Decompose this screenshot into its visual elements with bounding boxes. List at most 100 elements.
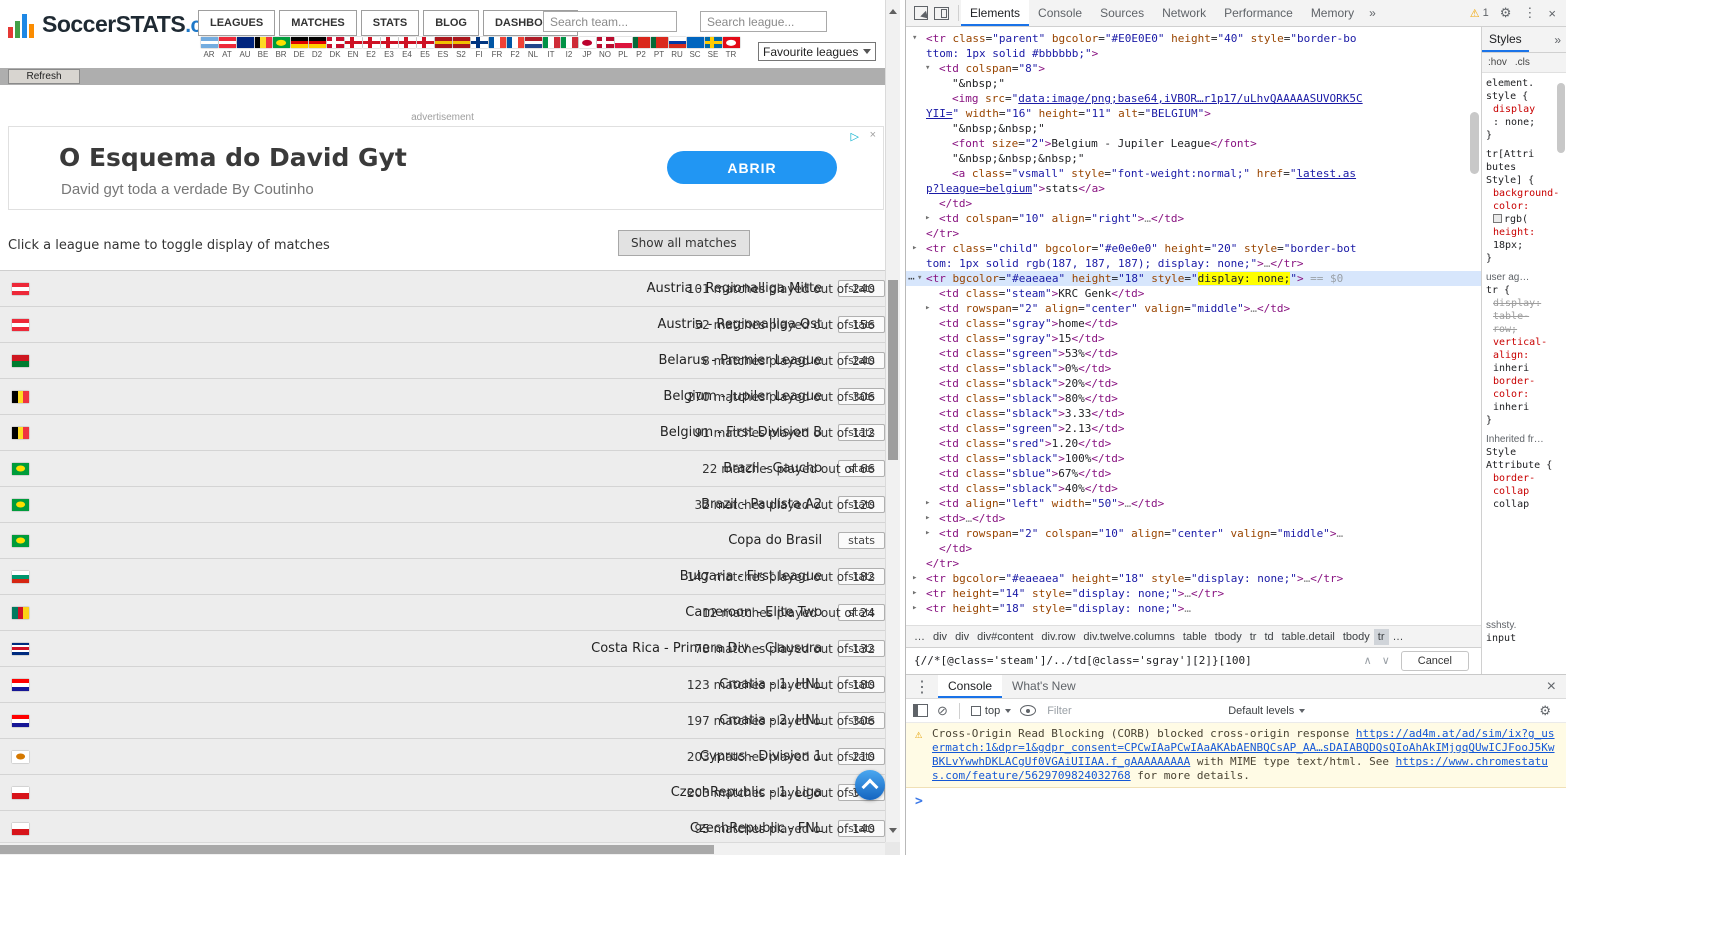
style-rule-line[interactable]: row; xyxy=(1486,323,1564,336)
devtools-tab[interactable]: Performance xyxy=(1215,0,1302,26)
country-flag-link[interactable]: E4 xyxy=(398,37,416,59)
dom-tree-line[interactable]: YII=" width="16" height="11" alt="BELGIU… xyxy=(906,106,1481,121)
country-flag-link[interactable]: I2 xyxy=(560,37,578,59)
dom-tree-line[interactable]: </tr> xyxy=(906,556,1481,571)
country-flag-link[interactable]: F2 xyxy=(506,37,524,59)
page-horizontal-scrollbar[interactable] xyxy=(0,842,885,855)
breadcrumb-item[interactable]: table xyxy=(1179,629,1211,645)
country-flag-link[interactable]: DK xyxy=(326,37,344,59)
style-rule-line[interactable]: sshsty. xyxy=(1486,619,1564,632)
country-flag-link[interactable]: RU xyxy=(668,37,686,59)
dom-tree-line[interactable]: p?league=belgium">stats</a> xyxy=(906,181,1481,196)
style-rule-line[interactable]: collap xyxy=(1486,485,1564,498)
country-flag-link[interactable]: BE xyxy=(254,37,272,59)
breadcrumb-item[interactable]: td xyxy=(1260,629,1277,645)
drawer-kebab-icon[interactable]: ⋮ xyxy=(906,677,938,697)
league-row[interactable]: Croatia - 1. HNL stats 123 matches playe… xyxy=(0,667,885,703)
close-drawer-icon[interactable]: × xyxy=(1537,678,1566,696)
country-flag-link[interactable]: PT xyxy=(650,37,668,59)
breadcrumb-item[interactable]: div#content xyxy=(973,629,1037,645)
style-rule-line[interactable]: tr { xyxy=(1486,284,1564,297)
color-swatch-icon[interactable] xyxy=(1493,214,1502,223)
nav-button[interactable]: LEAGUES xyxy=(198,10,275,36)
dom-tree-line[interactable]: ▸<tr class="child" bgcolor="#e0e0e0" hei… xyxy=(906,241,1481,256)
console-sidebar-icon[interactable] xyxy=(913,704,928,717)
country-flag-link[interactable]: E3 xyxy=(380,37,398,59)
tree-toggle-arrow-icon[interactable]: ▸ xyxy=(912,571,917,586)
dom-tree-line[interactable]: <td class="sgray">home</td> xyxy=(906,316,1481,331)
ad-close-icon[interactable]: × xyxy=(870,129,876,141)
dom-tree-line[interactable]: </td> xyxy=(906,196,1481,211)
country-flag-link[interactable]: P2 xyxy=(632,37,650,59)
country-flag-link[interactable]: NL xyxy=(524,37,542,59)
horizontal-scrollbar-thumb[interactable] xyxy=(0,845,714,854)
styles-scrollbar-thumb[interactable] xyxy=(1557,83,1565,153)
country-flag-link[interactable]: NO xyxy=(596,37,614,59)
dom-tree-line[interactable]: <td class="sblack">40%</td> xyxy=(906,481,1481,496)
search-team-input[interactable] xyxy=(543,11,677,32)
dom-tree-line[interactable]: <img src="data:image/png;base64,iVBOR…r1… xyxy=(906,91,1481,106)
country-flag-link[interactable]: TR xyxy=(722,37,740,59)
country-flag-link[interactable]: ES xyxy=(434,37,452,59)
stats-button[interactable]: stats xyxy=(838,532,885,549)
style-rule-line[interactable]: vertical- xyxy=(1486,336,1564,349)
scrollbar-down-arrow-icon[interactable] xyxy=(889,828,897,837)
league-row[interactable]: Croatia - 2. HNL stats 197 matches playe… xyxy=(0,703,885,739)
breadcrumb-item[interactable]: div xyxy=(951,629,973,645)
ad-abrir-button[interactable]: ABRIR xyxy=(667,151,837,184)
style-rule-line[interactable]: display: xyxy=(1486,297,1564,310)
style-rule-line[interactable]: inheri xyxy=(1486,362,1564,375)
league-row[interactable]: Cameroon - Elite Two stats 12 matches pl… xyxy=(0,595,885,631)
country-flag-link[interactable]: S2 xyxy=(452,37,470,59)
tab-styles[interactable]: Styles xyxy=(1482,27,1529,52)
search-query-input[interactable]: {//*[@class='steam']/../td[@class='sgray… xyxy=(912,654,1359,667)
dom-tree-line[interactable]: ▾⋯<tr bgcolor="#eaeaea" height="18" styl… xyxy=(906,271,1481,286)
tree-toggle-arrow-icon[interactable]: ▾ xyxy=(912,31,917,46)
devtools-tab[interactable]: Console xyxy=(1029,0,1091,26)
dom-tree-line[interactable]: <td class="sblack">20%</td> xyxy=(906,376,1481,391)
dom-tree-line[interactable]: <td class="sblack">3.33</td> xyxy=(906,406,1481,421)
dom-tree-line[interactable]: </tr> xyxy=(906,226,1481,241)
dom-tree-line[interactable]: <font size="2">Belgium - Jupiler League<… xyxy=(906,136,1481,151)
style-rule-line[interactable]: butes xyxy=(1486,161,1564,174)
style-rule-line[interactable]: collap xyxy=(1486,498,1564,511)
league-name[interactable]: Copa do Brasil xyxy=(728,533,822,548)
favourite-leagues-select[interactable]: Favourite leagues xyxy=(758,42,876,61)
tree-toggle-arrow-icon[interactable]: ▸ xyxy=(925,211,930,226)
styles-rules[interactable]: element.style {display: none;}tr[Attribu… xyxy=(1482,73,1566,674)
style-rule-line[interactable]: color: xyxy=(1486,388,1564,401)
league-row[interactable]: Copa do Brasil stats xyxy=(0,523,885,559)
devtools-tab[interactable]: Elements xyxy=(961,0,1029,26)
league-row[interactable]: Austria - Regionalliga Ost stats 52 matc… xyxy=(0,307,885,343)
breadcrumb-item[interactable]: table.detail xyxy=(1278,629,1339,645)
dom-tree-line[interactable]: ▸<tr height="18" style="display: none;">… xyxy=(906,601,1481,616)
breadcrumb-item[interactable]: … xyxy=(1389,629,1408,645)
league-row[interactable]: Brazil - Paulista A2 stats 32 matches pl… xyxy=(0,487,885,523)
style-rule-line[interactable]: Inherited fr… xyxy=(1486,433,1564,446)
scrollbar-up-arrow-icon[interactable] xyxy=(889,5,897,14)
dom-tree-line[interactable]: ttom: 1px solid #bbbbbb;"> xyxy=(906,46,1481,61)
style-rule-line[interactable]: user ag… xyxy=(1486,271,1564,284)
style-rule-line[interactable]: element. xyxy=(1486,77,1564,90)
dom-tree-line[interactable]: ▾<td colspan="8"> xyxy=(906,61,1481,76)
scroll-to-top-button[interactable] xyxy=(855,770,885,800)
country-flag-link[interactable]: E2 xyxy=(362,37,380,59)
find-previous-icon[interactable]: ∧ xyxy=(1359,654,1377,667)
tree-toggle-arrow-icon[interactable]: ▾ xyxy=(925,61,930,76)
country-flag-link[interactable]: AT xyxy=(218,37,236,59)
kebab-menu-icon[interactable]: ⋮ xyxy=(1517,5,1542,21)
hov-toggle[interactable]: :hov xyxy=(1488,57,1507,68)
vertical-scrollbar-thumb[interactable] xyxy=(888,280,898,460)
country-flag-link[interactable]: BR xyxy=(272,37,290,59)
nav-button[interactable]: MATCHES xyxy=(279,10,357,36)
country-flag-link[interactable]: SC xyxy=(686,37,704,59)
league-row[interactable]: Belgium - First Division B stats 91 matc… xyxy=(0,415,885,451)
refresh-button[interactable]: Refresh xyxy=(8,69,80,84)
style-rule-line[interactable]: } xyxy=(1486,414,1564,427)
style-rule-line[interactable]: background- xyxy=(1486,187,1564,200)
console-prompt[interactable]: > xyxy=(906,788,1566,810)
style-rule-line[interactable]: height: xyxy=(1486,226,1564,239)
dom-tree[interactable]: ▾<tr class="parent" bgcolor="#E0E0E0" he… xyxy=(906,27,1481,625)
dom-tree-line[interactable]: </td> xyxy=(906,541,1481,556)
style-rule-line[interactable]: 18px; xyxy=(1486,239,1564,252)
